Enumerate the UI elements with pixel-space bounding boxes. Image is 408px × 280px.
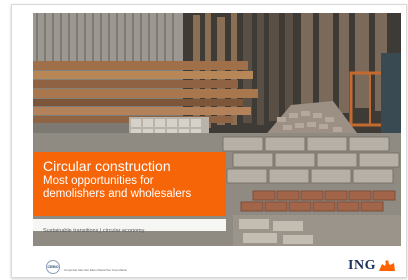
subtitle-strip: Sustainable transitions | circular econo…: [33, 219, 226, 234]
ing-lion-icon: [379, 260, 395, 271]
report-subtitle: Sustainable transitions | circular econo…: [43, 228, 145, 234]
ceibo-logo-text: CEIBO: [47, 265, 59, 269]
cover-photo: Circular construction Most opportunities…: [33, 13, 401, 246]
title-banner: Circular construction Most opportunities…: [33, 152, 226, 216]
ceibo-circle-icon: CEIBO: [46, 260, 60, 274]
footer-caption: Corporate Member Ellen MacArthur Foundat…: [64, 268, 128, 272]
report-cover: Circular construction Most opportunities…: [11, 4, 407, 278]
report-title: Circular construction: [43, 158, 171, 174]
report-headline-line-1: Most opportunities for: [43, 175, 154, 187]
ceibo-logo: CEIBO: [46, 260, 60, 274]
report-headline-line-2: demolishers and wholesalers: [43, 188, 192, 200]
ing-logo: ING: [348, 258, 396, 274]
ing-wordmark: ING: [348, 258, 376, 273]
